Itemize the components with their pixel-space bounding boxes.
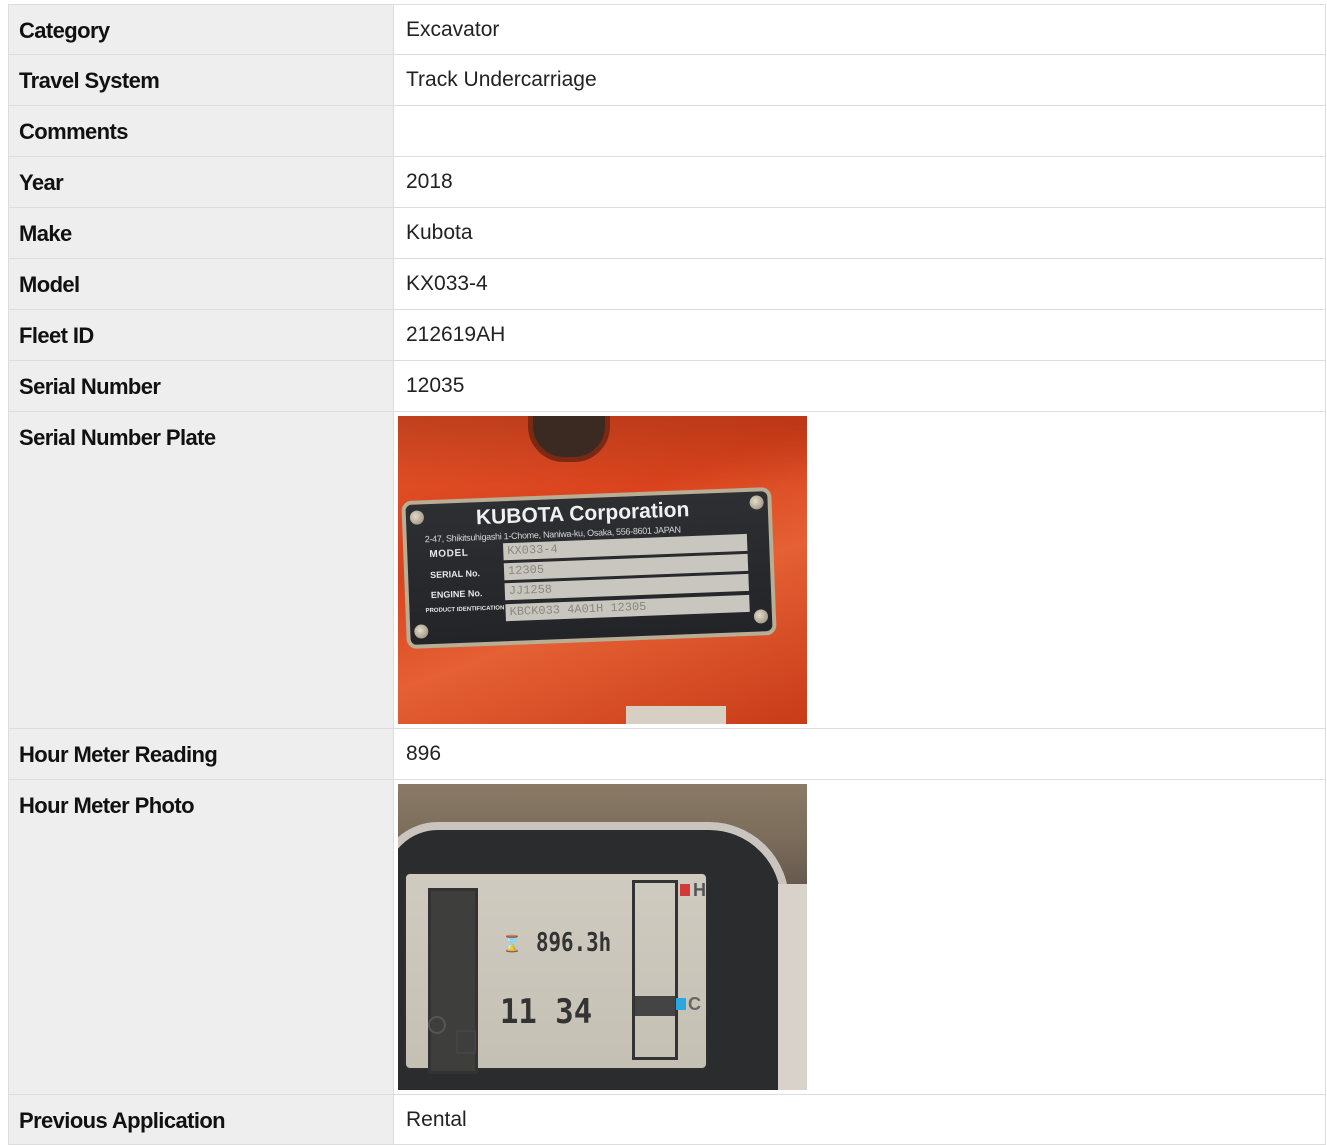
cold-label: C	[688, 994, 701, 1014]
value-fleet-id: 212619AH	[393, 309, 1326, 361]
temp-gauge-fill	[635, 996, 675, 1016]
hour-meter-photo-cell: H C ⌛ 896.3h 11 34	[393, 779, 1326, 1095]
plate-pin-label: PRODUCT IDENTIFICATION NUMBER	[425, 604, 533, 615]
label-hour-meter-photo: Hour Meter Photo	[8, 779, 394, 1095]
row-travel-system: Travel System Track Undercarriage	[8, 54, 1326, 106]
hourglass-icon: ⌛	[502, 934, 522, 953]
row-year: Year 2018	[8, 156, 1326, 208]
plate-engine-label: ENGINE No.	[430, 588, 483, 601]
screw-icon	[749, 495, 764, 510]
value-comments	[393, 105, 1326, 157]
row-serial-number: Serial Number 12035	[8, 360, 1326, 412]
value-previous-application: Rental	[393, 1094, 1326, 1145]
label-make: Make	[8, 207, 394, 259]
label-fleet-id: Fleet ID	[8, 309, 394, 361]
indicator-circle-icon	[428, 1016, 446, 1034]
value-category: Excavator	[393, 4, 1326, 55]
value-make: Kubota	[393, 207, 1326, 259]
row-fleet-id: Fleet ID 212619AH	[8, 309, 1326, 361]
cold-indicator	[676, 998, 686, 1010]
hot-label: H	[693, 880, 706, 900]
hour-meter-photo[interactable]: H C ⌛ 896.3h 11 34	[398, 784, 807, 1090]
label-hour-meter-reading: Hour Meter Reading	[8, 728, 394, 780]
label-category: Category	[8, 4, 394, 55]
plate-model-label: MODEL	[429, 547, 469, 561]
equipment-spec-table: Category Excavator Travel System Track U…	[8, 4, 1326, 1145]
value-travel-system: Track Undercarriage	[393, 54, 1326, 106]
value-hour-meter-reading: 896	[393, 728, 1326, 780]
sticker-edge	[626, 706, 726, 724]
temp-gauge-bar	[632, 880, 678, 1060]
value-model: KX033-4	[393, 258, 1326, 310]
screw-icon	[409, 510, 425, 525]
row-make: Make Kubota	[8, 207, 1326, 259]
hot-indicator	[680, 884, 690, 896]
row-serial-number-plate: Serial Number Plate KUBOTA Corporation 2…	[8, 411, 1326, 729]
label-serial-number: Serial Number	[8, 360, 394, 412]
label-comments: Comments	[8, 105, 394, 157]
serial-plate-photo-cell: KUBOTA Corporation 2-47, Shikitsuhigashi…	[393, 411, 1326, 729]
serial-plate-photo[interactable]: KUBOTA Corporation 2-47, Shikitsuhigashi…	[398, 416, 807, 724]
hour-meter-value: 896.3h	[536, 928, 612, 958]
row-category: Category Excavator	[8, 4, 1326, 55]
label-previous-application: Previous Application	[8, 1094, 394, 1145]
row-comments: Comments	[8, 105, 1326, 157]
label-year: Year	[8, 156, 394, 208]
value-year: 2018	[393, 156, 1326, 208]
fuel-pump-icon	[456, 1030, 476, 1054]
label-model: Model	[8, 258, 394, 310]
screw-icon	[414, 624, 429, 639]
screw-icon	[753, 609, 769, 624]
value-serial-number: 12035	[393, 360, 1326, 412]
row-model: Model KX033-4	[8, 258, 1326, 310]
row-hour-meter-reading: Hour Meter Reading 896	[8, 728, 1326, 780]
row-previous-application: Previous Application Rental	[8, 1094, 1326, 1145]
row-hour-meter-photo: Hour Meter Photo H C ⌛ 896.3h 11 34	[8, 779, 1326, 1095]
label-travel-system: Travel System	[8, 54, 394, 106]
clock-value: 11 34	[500, 992, 593, 1032]
serial-plate: KUBOTA Corporation 2-47, Shikitsuhigashi…	[401, 486, 777, 650]
plate-serial-label: SERIAL No.	[429, 568, 481, 581]
label-serial-number-plate: Serial Number Plate	[8, 411, 394, 729]
cab-trim	[778, 884, 807, 1090]
